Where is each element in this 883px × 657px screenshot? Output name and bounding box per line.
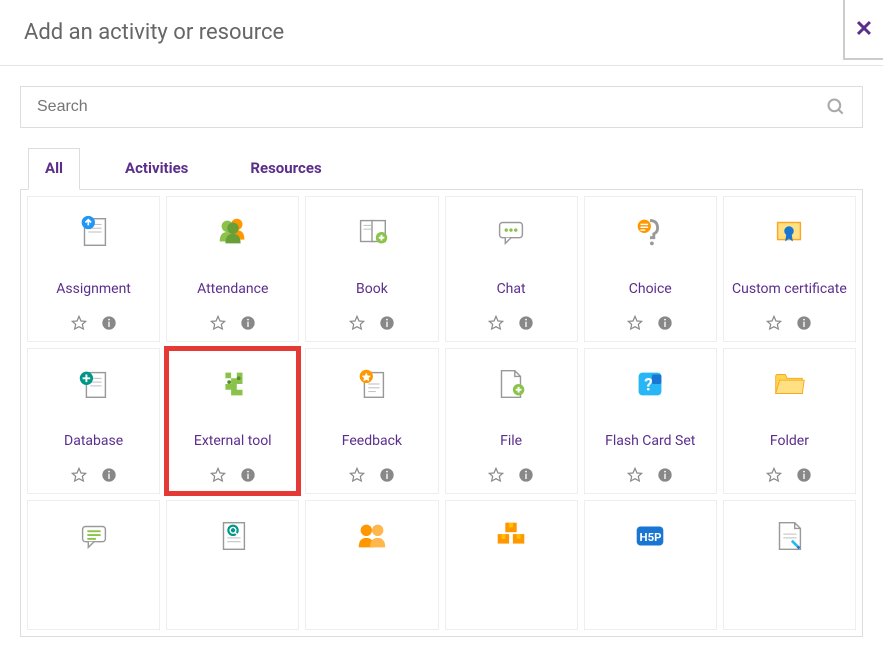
activity-label: Assignment: [56, 271, 131, 307]
star-icon[interactable]: [210, 315, 226, 331]
info-icon[interactable]: [796, 467, 812, 483]
group-icon: [351, 515, 393, 557]
card-actions: [488, 315, 534, 331]
card-actions: [71, 467, 117, 483]
star-icon[interactable]: [766, 315, 782, 331]
h5p-icon: H5P: [629, 515, 671, 557]
activity-card-flashcard[interactable]: ? Flash Card Set: [584, 348, 717, 494]
star-icon[interactable]: [71, 467, 87, 483]
tab-all[interactable]: All: [28, 148, 80, 190]
activity-label: Feedback: [342, 423, 402, 459]
star-icon[interactable]: [766, 467, 782, 483]
close-icon: ✕: [855, 17, 873, 42]
activity-card-book[interactable]: Book: [305, 196, 438, 342]
assignment-icon: [73, 211, 115, 253]
info-icon[interactable]: [657, 467, 673, 483]
tabs: All Activities Resources: [20, 148, 863, 190]
activity-card-feedback[interactable]: Feedback: [305, 348, 438, 494]
search-container: [20, 86, 863, 128]
close-button[interactable]: ✕: [843, 0, 883, 60]
card-actions: [349, 315, 395, 331]
star-icon[interactable]: [210, 467, 226, 483]
certificate-icon: [768, 211, 810, 253]
activity-card-certificate[interactable]: Custom certificate: [723, 196, 856, 342]
packages-icon: [490, 515, 532, 557]
activity-label: Folder: [770, 423, 809, 459]
activity-card-externaltool[interactable]: External tool: [166, 348, 299, 494]
star-icon[interactable]: [488, 467, 504, 483]
feedback-icon: [351, 363, 393, 405]
activity-card-h5p[interactable]: H5P: [584, 500, 717, 630]
database-icon: [73, 363, 115, 405]
modal-header: Add an activity or resource: [0, 0, 883, 66]
card-actions: [210, 315, 256, 331]
info-icon[interactable]: [379, 315, 395, 331]
card-actions: [627, 467, 673, 483]
info-icon[interactable]: [101, 467, 117, 483]
activity-card-chat[interactable]: Chat: [445, 196, 578, 342]
info-icon[interactable]: [796, 315, 812, 331]
folder-icon: [768, 363, 810, 405]
choice-icon: [629, 211, 671, 253]
star-icon[interactable]: [488, 315, 504, 331]
card-actions: [71, 315, 117, 331]
info-icon[interactable]: [240, 315, 256, 331]
activity-grid: Assignment Attendance Book Chat Choice Custom…: [20, 190, 863, 637]
activity-label: Custom certificate: [732, 271, 847, 307]
star-icon[interactable]: [627, 467, 643, 483]
chat-icon: [490, 211, 532, 253]
activity-card-database[interactable]: Database: [27, 348, 160, 494]
info-icon[interactable]: [240, 467, 256, 483]
search-icon[interactable]: [826, 97, 846, 117]
activity-label: Flash Card Set: [605, 423, 695, 459]
externaltool-icon: [212, 363, 254, 405]
activity-card-attendance[interactable]: Attendance: [166, 196, 299, 342]
activity-label: Attendance: [197, 271, 268, 307]
star-icon[interactable]: [71, 315, 87, 331]
star-icon[interactable]: [349, 315, 365, 331]
activity-card-group[interactable]: [305, 500, 438, 630]
activity-card-file[interactable]: File: [445, 348, 578, 494]
star-icon[interactable]: [627, 315, 643, 331]
activity-label: Chat: [497, 271, 526, 307]
activity-label: External tool: [194, 423, 272, 459]
forum-icon: [73, 515, 115, 557]
activity-label: File: [500, 423, 522, 459]
glossary-icon: [212, 515, 254, 557]
star-icon[interactable]: [349, 467, 365, 483]
activity-label: Choice: [629, 271, 672, 307]
book-icon: [351, 211, 393, 253]
modal-title: Add an activity or resource: [24, 20, 284, 45]
card-actions: [210, 467, 256, 483]
activity-card-page[interactable]: [723, 500, 856, 630]
flashcard-icon: ?: [629, 363, 671, 405]
card-actions: [349, 467, 395, 483]
tab-resources[interactable]: Resources: [233, 148, 338, 190]
activity-label: Book: [356, 271, 388, 307]
card-actions: [488, 467, 534, 483]
card-actions: [766, 315, 812, 331]
activity-card-folder[interactable]: Folder: [723, 348, 856, 494]
attendance-icon: [212, 211, 254, 253]
modal-body: All Activities Resources Assignment Atten…: [0, 66, 883, 657]
info-icon[interactable]: [101, 315, 117, 331]
card-actions: [627, 315, 673, 331]
info-icon[interactable]: [518, 315, 534, 331]
info-icon[interactable]: [518, 467, 534, 483]
file-icon: [490, 363, 532, 405]
svg-text:?: ?: [645, 376, 654, 396]
activity-card-choice[interactable]: Choice: [584, 196, 717, 342]
activity-label: Database: [64, 423, 123, 459]
tab-activities[interactable]: Activities: [108, 148, 205, 190]
info-icon[interactable]: [379, 467, 395, 483]
activity-card-packages[interactable]: [445, 500, 578, 630]
activity-card-forum[interactable]: [27, 500, 160, 630]
search-input[interactable]: [37, 98, 826, 116]
activity-card-assignment[interactable]: Assignment: [27, 196, 160, 342]
info-icon[interactable]: [657, 315, 673, 331]
card-actions: [766, 467, 812, 483]
activity-card-glossary[interactable]: [166, 500, 299, 630]
page-icon: [768, 515, 810, 557]
